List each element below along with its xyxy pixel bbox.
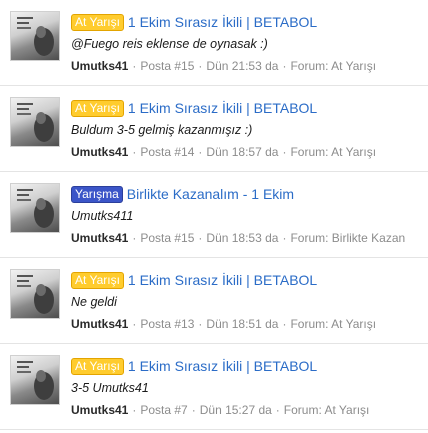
separator: · <box>282 231 287 245</box>
separator: · <box>132 403 137 417</box>
post-number[interactable]: Posta #15 <box>140 231 194 245</box>
post-snippet: Ne geldi <box>71 295 117 309</box>
post-number[interactable]: Posta #13 <box>140 317 194 331</box>
post-snippet: Buldum 3-5 gelmiş kazanmışız :) <box>71 123 253 137</box>
avatar[interactable] <box>10 183 60 233</box>
post-item: Yarışma Birlikte Kazanalım - 1 Ekim Umut… <box>0 172 428 258</box>
thread-title-link[interactable]: 1 Ekim Sırasız İkili | BETABOL <box>128 272 317 288</box>
post-time: Dün 21:53 da <box>206 59 279 73</box>
avatar[interactable] <box>10 269 60 319</box>
separator: · <box>198 145 203 159</box>
username-link[interactable]: Umutks41 <box>71 59 128 73</box>
separator: · <box>198 317 203 331</box>
prefix-badge[interactable]: At Yarışı <box>71 357 124 375</box>
post-number[interactable]: Posta #15 <box>140 59 194 73</box>
post-meta: Umutks41 · Posta #15 · Dün 18:53 da · Forum: B… <box>71 227 428 249</box>
prefix-badge[interactable]: At Yarışı <box>71 271 124 289</box>
post-snippet: Umutks411 <box>71 209 134 223</box>
post-feed: At Yarışı 1 Ekim Sırasız İkili | BETABOL… <box>0 0 428 433</box>
separator: · <box>132 231 137 245</box>
post-item: At Yarışı 1 Ekim Sırasız İkili | BETABOL… <box>0 258 428 344</box>
avatar[interactable] <box>10 11 60 61</box>
post-meta: Umutks41 · Posta #13 · Dün 18:51 da · Forum: A… <box>71 313 428 335</box>
post-number[interactable]: Posta #14 <box>140 145 194 159</box>
separator: · <box>198 231 203 245</box>
prefix-badge[interactable]: At Yarışı <box>71 99 124 117</box>
forum-link[interactable]: Forum: At Yarışı <box>284 403 370 417</box>
post-time: Dün 18:57 da <box>206 145 279 159</box>
prefix-badge[interactable]: At Yarışı <box>71 13 124 31</box>
separator: · <box>132 145 137 159</box>
prefix-badge[interactable]: Yarışma <box>71 185 123 203</box>
post-time: Dün 18:51 da <box>206 317 279 331</box>
separator: · <box>282 145 287 159</box>
post-snippet: @Fuego reis eklense de oynasak :) <box>71 37 268 51</box>
thread-title-link[interactable]: 1 Ekim Sırasız İkili | BETABOL <box>128 14 317 30</box>
post-time: Dün 18:53 da <box>206 231 279 245</box>
post-meta: Umutks41 · Posta #15 · Dün 21:53 da · Forum: A… <box>71 55 428 77</box>
forum-link[interactable]: Forum: At Yarışı <box>290 317 376 331</box>
username-link[interactable]: Umutks41 <box>71 317 128 331</box>
separator: · <box>282 317 287 331</box>
separator: · <box>282 59 287 73</box>
avatar[interactable] <box>10 355 60 405</box>
username-link[interactable]: Umutks41 <box>71 403 128 417</box>
forum-link[interactable]: Forum: At Yarışı <box>290 59 376 73</box>
thread-title-link[interactable]: 1 Ekim Sırasız İkili | BETABOL <box>128 358 317 374</box>
forum-link[interactable]: Forum: At Yarışı <box>290 145 376 159</box>
post-item: At Yarışı 1 Ekim Sırasız İkili | BETABOL… <box>0 344 428 430</box>
separator: · <box>275 403 280 417</box>
thread-title-link[interactable]: 1 Ekim Sırasız İkili | BETABOL <box>128 100 317 116</box>
post-number[interactable]: Posta #7 <box>140 403 187 417</box>
username-link[interactable]: Umutks41 <box>71 145 128 159</box>
post-time: Dün 15:27 da <box>199 403 272 417</box>
separator: · <box>191 403 196 417</box>
post-item: At Yarışı 1 Ekim Sırasız İkili | BETABOL… <box>0 0 428 86</box>
separator: · <box>132 317 137 331</box>
thread-title-link[interactable]: Birlikte Kazanalım - 1 Ekim <box>127 186 294 202</box>
forum-link[interactable]: Forum: Birlikte Kazan <box>290 231 405 245</box>
separator: · <box>132 59 137 73</box>
post-snippet: 3-5 Umutks41 <box>71 381 149 395</box>
avatar[interactable] <box>10 97 60 147</box>
post-meta: Umutks41 · Posta #7 · Dün 15:27 da · Forum: At… <box>71 399 428 421</box>
separator: · <box>198 59 203 73</box>
post-meta: Umutks41 · Posta #14 · Dün 18:57 da · Forum: A… <box>71 141 428 163</box>
username-link[interactable]: Umutks41 <box>71 231 128 245</box>
post-item: At Yarışı 1 Ekim Sırasız İkili | BETABOL… <box>0 86 428 172</box>
